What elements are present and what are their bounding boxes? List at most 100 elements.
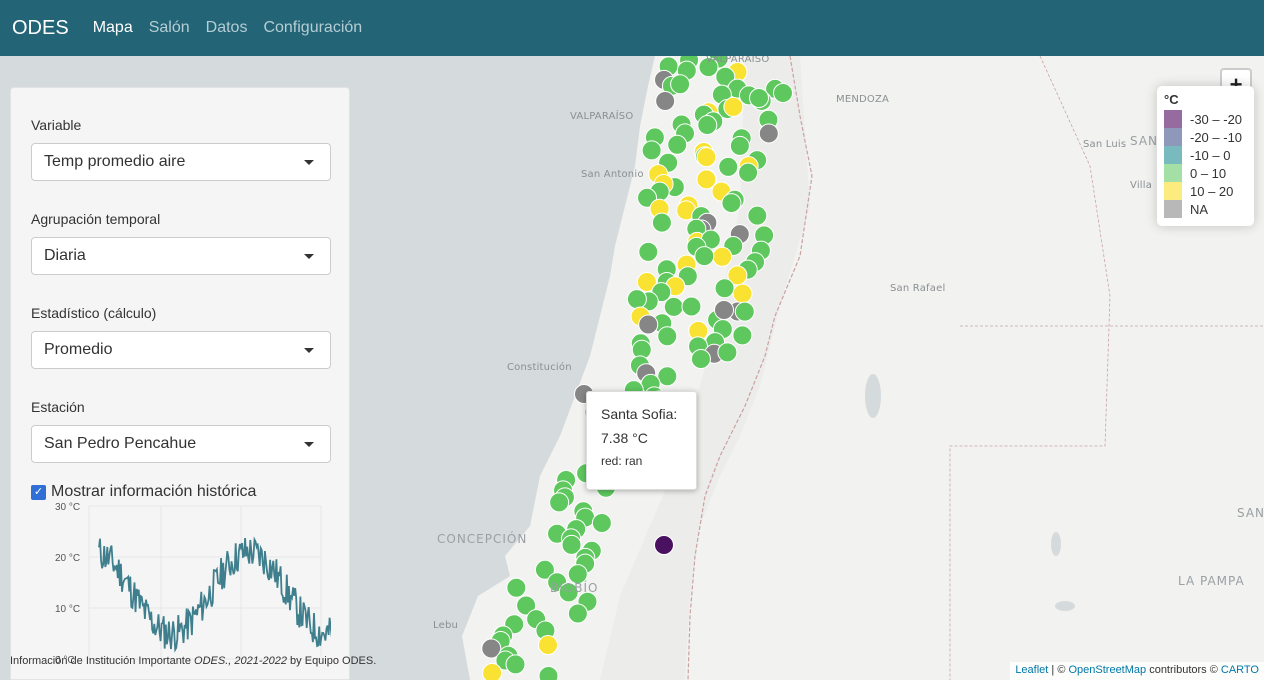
station-marker[interactable] xyxy=(654,535,674,555)
station-marker[interactable] xyxy=(538,666,559,680)
station-marker[interactable] xyxy=(549,492,570,513)
variable-select[interactable]: Temp promedio aire xyxy=(31,143,331,181)
legend-swatch xyxy=(1164,146,1182,164)
station-marker[interactable] xyxy=(749,88,769,108)
station-marker[interactable] xyxy=(667,134,688,155)
legend-item: 10 – 20 xyxy=(1164,182,1247,200)
legend-item: NA xyxy=(1164,200,1247,218)
osm-link[interactable]: OpenStreetMap xyxy=(1068,664,1146,676)
station-select[interactable]: San Pedro Pencahue xyxy=(31,425,331,463)
map-label-concepcion: CONCEPCIÓN xyxy=(437,532,528,546)
nav-tab-datos[interactable]: Datos xyxy=(206,19,248,37)
tooltip-network: red: ran xyxy=(601,454,643,468)
legend-label: 10 – 20 xyxy=(1190,183,1234,199)
station-marker[interactable] xyxy=(732,283,753,304)
legend-item: 0 – 10 xyxy=(1164,164,1247,182)
control-panel: Variable Temp promedio aire Agrupación t… xyxy=(10,87,350,680)
station-marker[interactable] xyxy=(657,326,678,347)
stat-select[interactable]: Promedio xyxy=(31,331,331,369)
nav-tab-salon[interactable]: Salón xyxy=(149,19,190,37)
map-label-lebu: Lebu xyxy=(433,620,459,631)
nav-tab-mapa[interactable]: Mapa xyxy=(93,19,133,37)
leaflet-link[interactable]: Leaflet xyxy=(1015,664,1048,676)
legend-title: °C xyxy=(1164,92,1179,107)
station-marker[interactable] xyxy=(670,74,691,95)
station-marker[interactable] xyxy=(657,366,678,387)
brand-logo[interactable]: ODES xyxy=(12,17,69,40)
variable-select-value: Temp promedio aire xyxy=(44,153,186,170)
station-marker[interactable] xyxy=(690,348,711,369)
station-marker[interactable] xyxy=(697,115,718,136)
station-select-value: San Pedro Pencahue xyxy=(44,435,197,452)
chevron-down-icon xyxy=(304,159,314,165)
station-marker[interactable] xyxy=(773,83,793,103)
history-y-tick: 20 °C xyxy=(55,553,80,564)
station-marker[interactable] xyxy=(758,123,779,144)
legend-swatch xyxy=(1164,164,1182,182)
stat-label: Estadístico (cálculo) xyxy=(31,305,157,321)
station-marker[interactable] xyxy=(714,300,734,320)
station-marker[interactable] xyxy=(641,140,662,161)
legend-swatch xyxy=(1164,128,1182,146)
station-marker[interactable] xyxy=(638,241,659,262)
footer-attribution: Información de Institución Importante OD… xyxy=(10,655,376,667)
stat-select-value: Promedio xyxy=(44,341,113,358)
legend-swatch xyxy=(1164,110,1182,128)
station-marker[interactable] xyxy=(729,135,750,156)
station-marker[interactable] xyxy=(591,512,612,533)
map-label-san-rafael: San Rafael xyxy=(890,283,946,294)
attribution-source: ODES., 2021-2022 xyxy=(194,655,287,667)
station-marker[interactable] xyxy=(696,147,717,168)
station-marker[interactable] xyxy=(721,193,742,214)
map-attribution: Leaflet | © OpenStreetMap contributors ©… xyxy=(1010,662,1264,680)
station-tooltip: Santa Sofia: 7.38 °C red: ran xyxy=(586,391,697,490)
station-marker[interactable] xyxy=(482,662,503,680)
station-marker[interactable] xyxy=(626,289,647,310)
nav-tab-configuracion[interactable]: Configuración xyxy=(263,19,362,37)
legend-label: -10 – 0 xyxy=(1190,147,1231,163)
station-marker[interactable] xyxy=(747,205,768,226)
variable-label: Variable xyxy=(31,117,82,133)
station-marker[interactable] xyxy=(651,212,672,233)
station-marker[interactable] xyxy=(655,90,676,111)
station-marker[interactable] xyxy=(718,156,739,177)
station-marker[interactable] xyxy=(681,296,702,317)
station-marker[interactable] xyxy=(663,296,684,317)
map-label-san-luis: San Luis xyxy=(1083,139,1127,150)
station-marker[interactable] xyxy=(738,162,759,183)
legend-item: -10 – 0 xyxy=(1164,146,1247,164)
station-marker[interactable] xyxy=(694,246,715,267)
legend-label: NA xyxy=(1190,201,1209,217)
station-marker[interactable] xyxy=(538,635,558,655)
station-marker[interactable] xyxy=(717,342,738,363)
station-marker[interactable] xyxy=(732,325,753,346)
legend-item: -30 – -20 xyxy=(1164,110,1247,128)
station-marker[interactable] xyxy=(505,654,526,675)
grouping-select[interactable]: Diaria xyxy=(31,237,331,275)
carto-link[interactable]: CARTO xyxy=(1221,664,1259,676)
attribution-text: Información de Institución Importante xyxy=(10,655,195,667)
chevron-down-icon xyxy=(304,253,314,259)
map-label-valparaiso: VALPARAÍSO xyxy=(570,111,634,122)
station-marker[interactable] xyxy=(714,278,735,299)
station-marker[interactable] xyxy=(734,301,755,322)
legend-swatch xyxy=(1164,200,1182,218)
map-label-mendoza: MENDOZA xyxy=(836,94,890,105)
station-marker[interactable] xyxy=(506,577,527,598)
tooltip-value: 7.38 °C xyxy=(601,430,648,446)
station-marker[interactable] xyxy=(638,314,659,335)
station-marker[interactable] xyxy=(712,246,733,267)
grouping-label: Agrupación temporal xyxy=(31,211,161,227)
legend-swatch xyxy=(1164,182,1182,200)
station-marker[interactable] xyxy=(723,96,744,117)
map-label-constitucion: Constitución xyxy=(507,362,572,373)
attribution-author: by Equipo ODES. xyxy=(287,655,377,667)
station-marker[interactable] xyxy=(567,603,588,624)
legend-label: -20 – -10 xyxy=(1190,129,1243,145)
map-label-santa-rosa: SANT xyxy=(1237,506,1264,520)
station-marker[interactable] xyxy=(696,169,717,190)
attribution-sep: | © xyxy=(1048,664,1069,676)
map-label-villa: Villa xyxy=(1130,180,1153,191)
tooltip-station-name: Santa Sofia: xyxy=(601,406,678,422)
history-y-tick: 10 °C xyxy=(55,604,80,615)
